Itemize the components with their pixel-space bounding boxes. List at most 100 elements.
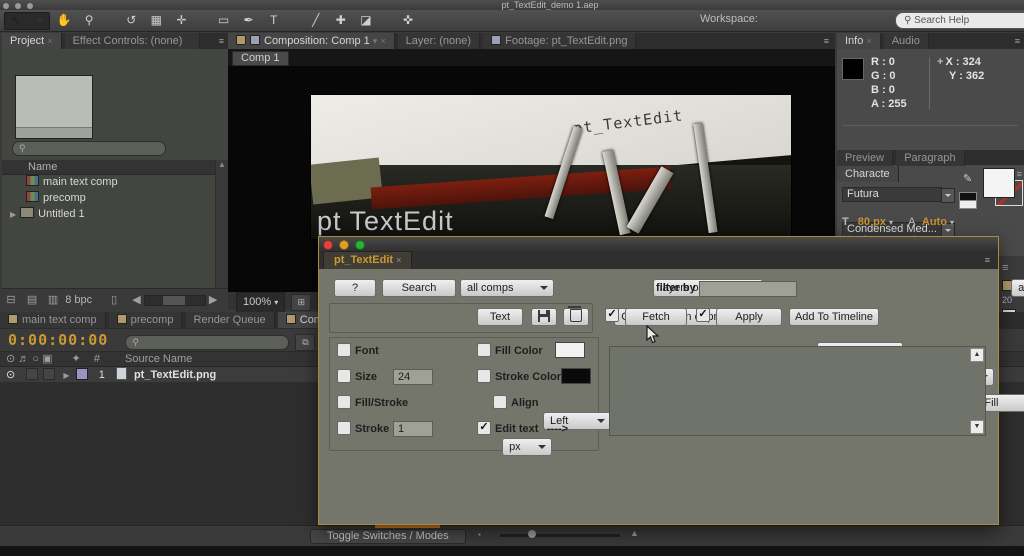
add-to-timeline-button[interactable]: Add To Timeline [789,308,879,326]
font-family-dropdown[interactable]: Futura [842,187,942,202]
panel-menu-icon[interactable]: ≡ [1015,36,1020,46]
tab-preview[interactable]: Preview [837,150,893,166]
tab-paragraph[interactable]: Paragraph [896,150,964,166]
lock-icon[interactable]: ▣ [42,353,52,365]
project-item-main-text-comp[interactable]: main text comp [2,174,215,190]
mask-shape-tool[interactable]: ▭ [213,11,235,29]
edit-text-checkbox[interactable]: ✓ [477,421,491,435]
close-icon[interactable]: × [866,36,871,46]
text-edit-area[interactable]: ▲ ▼ [609,346,986,436]
chevron-down-icon[interactable]: ▾ [950,218,954,227]
roto-brush-tool[interactable]: ✒ [238,11,260,29]
panel-menu-icon[interactable]: ≡ [985,255,990,265]
comps-select[interactable]: all comps [460,279,554,297]
dialog-close-icon[interactable] [323,240,333,250]
dialog-minimize-icon[interactable] [339,240,349,250]
camera-tool[interactable]: ▦ [145,11,167,29]
tab-effect-controls[interactable]: Effect Controls: (none) [65,33,200,49]
stroke-checkbox[interactable] [337,421,351,435]
fetch-checkbox[interactable]: ✓ [605,308,619,322]
layer-switch-cell[interactable] [43,368,55,380]
stroke-input[interactable]: 1 [393,421,433,437]
lock-icon[interactable] [250,35,260,45]
close-icon[interactable]: × [380,36,385,46]
comp1-viewer-tab[interactable]: Comp 1 [232,51,289,66]
new-folder-icon[interactable]: ▤ [23,289,41,311]
layer-switch-cell[interactable] [26,368,38,380]
chevron-down-icon[interactable]: ▾ [373,36,378,46]
leading-value[interactable]: Auto [922,216,947,228]
disclosure-icon[interactable]: ▶ [63,371,69,380]
size-checkbox[interactable] [337,369,351,383]
bit-depth-label[interactable]: 8 bpc [65,294,92,306]
audio-icon[interactable]: ♬ [18,353,29,365]
layer-label-chip[interactable] [76,368,88,380]
stroke-unit-select[interactable]: px [502,438,552,456]
apply-button[interactable]: Apply [716,308,782,326]
tab-info[interactable]: Info× [837,33,881,49]
zoom-in-icon[interactable]: ▲ [630,528,639,538]
brush-tool[interactable]: ✚ [330,11,352,29]
scroll-up-icon[interactable]: ▲ [970,348,984,362]
delete-icon[interactable]: ▯ [105,289,123,311]
disclosure-icon[interactable]: ▶ [10,210,16,219]
panel-menu-icon[interactable]: ≡ [824,36,829,46]
number-column-header[interactable]: # [94,353,100,365]
source-name-column-header[interactable]: Source Name [125,353,192,365]
text-button[interactable]: Text [477,308,523,326]
mini-stroke-swatch[interactable] [959,200,977,209]
scroll-left-icon[interactable]: ◀ [132,294,140,306]
align-checkbox[interactable] [493,395,507,409]
clone-stamp-tool[interactable]: ◪ [355,11,377,29]
project-item-precomp[interactable]: precomp [2,190,215,206]
toggle-switches-modes-button[interactable]: Toggle Switches / Modes [310,529,466,544]
stroke-color-checkbox[interactable] [477,369,491,383]
fillstroke-checkbox[interactable] [337,395,351,409]
current-time-display[interactable]: 0:00:00:00 [8,331,108,349]
window-close-icon[interactable] [3,3,9,9]
tab-layer[interactable]: Layer: (none) [398,33,480,49]
apply-checkbox[interactable]: ✓ [696,308,710,322]
fill-color-checkbox[interactable] [477,343,491,357]
filter-type-select[interactable]: all [1011,279,1024,297]
puppet-pin-tool[interactable]: ✜ [397,11,419,29]
fetch-button[interactable]: Fetch [625,308,687,326]
tab-composition[interactable]: Composition: Comp 1▾× [228,33,395,49]
zoom-out-icon[interactable]: ▪ [478,530,481,539]
eyedropper-icon[interactable]: ✎ [963,172,972,185]
pan-behind-tool[interactable]: ✛ [170,11,192,29]
fill-color-swatch[interactable] [555,342,585,358]
timeline-tab-render-queue[interactable]: Render Queue [186,312,275,328]
close-icon[interactable]: × [396,255,401,265]
project-name-column-header[interactable]: Name [2,160,241,175]
timeline-search-input[interactable]: ⚲ [125,335,289,350]
timeline-hscroll-thumb[interactable] [375,525,440,528]
selection-tool[interactable]: ↖ [4,12,50,30]
safe-zones-icon[interactable]: ⊞ [291,294,311,311]
delete-preset-button[interactable] [563,308,589,326]
hand-tool[interactable]: ✋ [53,11,75,29]
tab-character[interactable]: Characte [837,166,899,182]
eye-icon[interactable]: ⊙ [6,353,15,365]
size-input[interactable]: 24 [393,369,433,385]
project-search-input[interactable]: ⚲ [12,141,166,156]
timeline-tab-main-text-comp[interactable]: main text comp [0,312,106,328]
eye-icon[interactable]: ⊙ [6,369,15,381]
stroke-color-swatch[interactable] [561,368,591,384]
magnification-dropdown[interactable]: 100% ▾ [236,292,285,313]
scroll-down-icon[interactable]: ▼ [970,420,984,434]
rotation-tool[interactable]: ↺ [120,11,142,29]
new-composition-icon[interactable]: ▥ [44,289,62,311]
panel-menu-icon[interactable]: ≡ [1002,262,1021,274]
search-button[interactable]: Search [382,279,456,297]
scroll-up-icon[interactable]: ▲ [216,160,228,169]
filter-input[interactable] [699,281,797,297]
label-column-icon[interactable]: ✦ [72,353,81,365]
panel-menu-icon[interactable]: ≡ [219,36,224,46]
dialog-tab-pt-textedit[interactable]: pt_TextEdit× [323,251,412,269]
tab-footage[interactable]: Footage: pt_TextEdit.png [483,33,636,49]
chevron-down-icon[interactable]: ▾ [889,218,893,227]
close-icon[interactable]: × [47,36,52,46]
panel-menu-icon[interactable]: ≡ [1017,169,1022,179]
timeline-tab-precomp[interactable]: precomp [109,312,183,328]
